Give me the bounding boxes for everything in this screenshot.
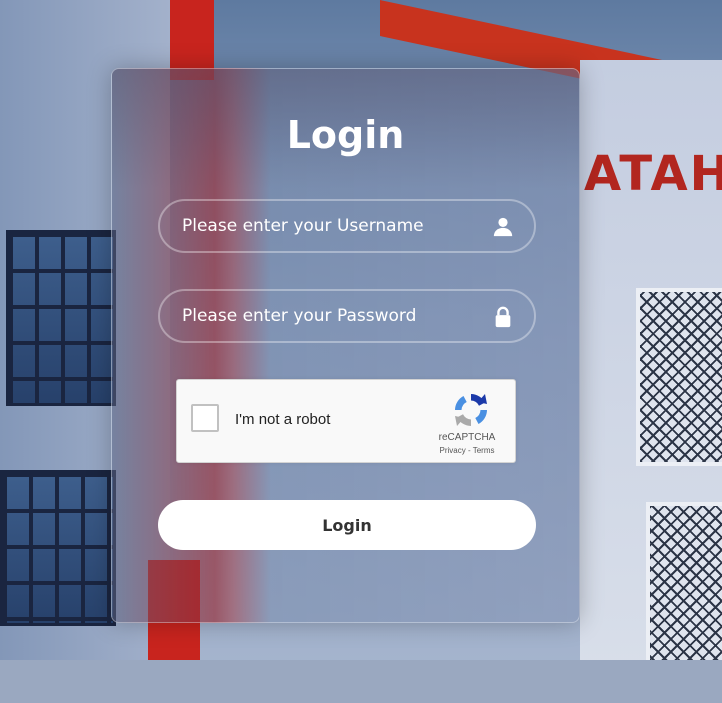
recaptcha-links-separator: - <box>467 446 471 455</box>
recaptcha-terms-link[interactable]: Terms <box>473 446 495 455</box>
recaptcha-privacy-link[interactable]: Privacy <box>440 446 466 455</box>
login-card: Login I'm not a robot reCAPTCHA Privacy … <box>111 68 580 623</box>
login-title: Login <box>286 113 405 157</box>
ground <box>0 660 722 703</box>
password-input[interactable] <box>160 291 534 341</box>
user-icon <box>493 217 513 237</box>
building-window <box>6 230 116 406</box>
recaptcha-brand: reCAPTCHA <box>438 432 496 443</box>
recaptcha-links: Privacy - Terms <box>417 446 517 455</box>
password-field <box>158 289 536 343</box>
lock-icon <box>495 306 511 328</box>
recaptcha-widget: I'm not a robot reCAPTCHA Privacy - Term… <box>176 379 516 463</box>
username-input[interactable] <box>160 201 534 251</box>
recaptcha-checkbox[interactable] <box>191 404 219 432</box>
username-field <box>158 199 536 253</box>
recaptcha-label: I'm not a robot <box>235 411 331 428</box>
building-window <box>0 470 116 626</box>
building-grille <box>636 288 722 466</box>
login-button[interactable]: Login <box>158 500 536 550</box>
building-sign: ATAH <box>584 146 722 202</box>
recaptcha-logo-icon <box>455 394 487 426</box>
